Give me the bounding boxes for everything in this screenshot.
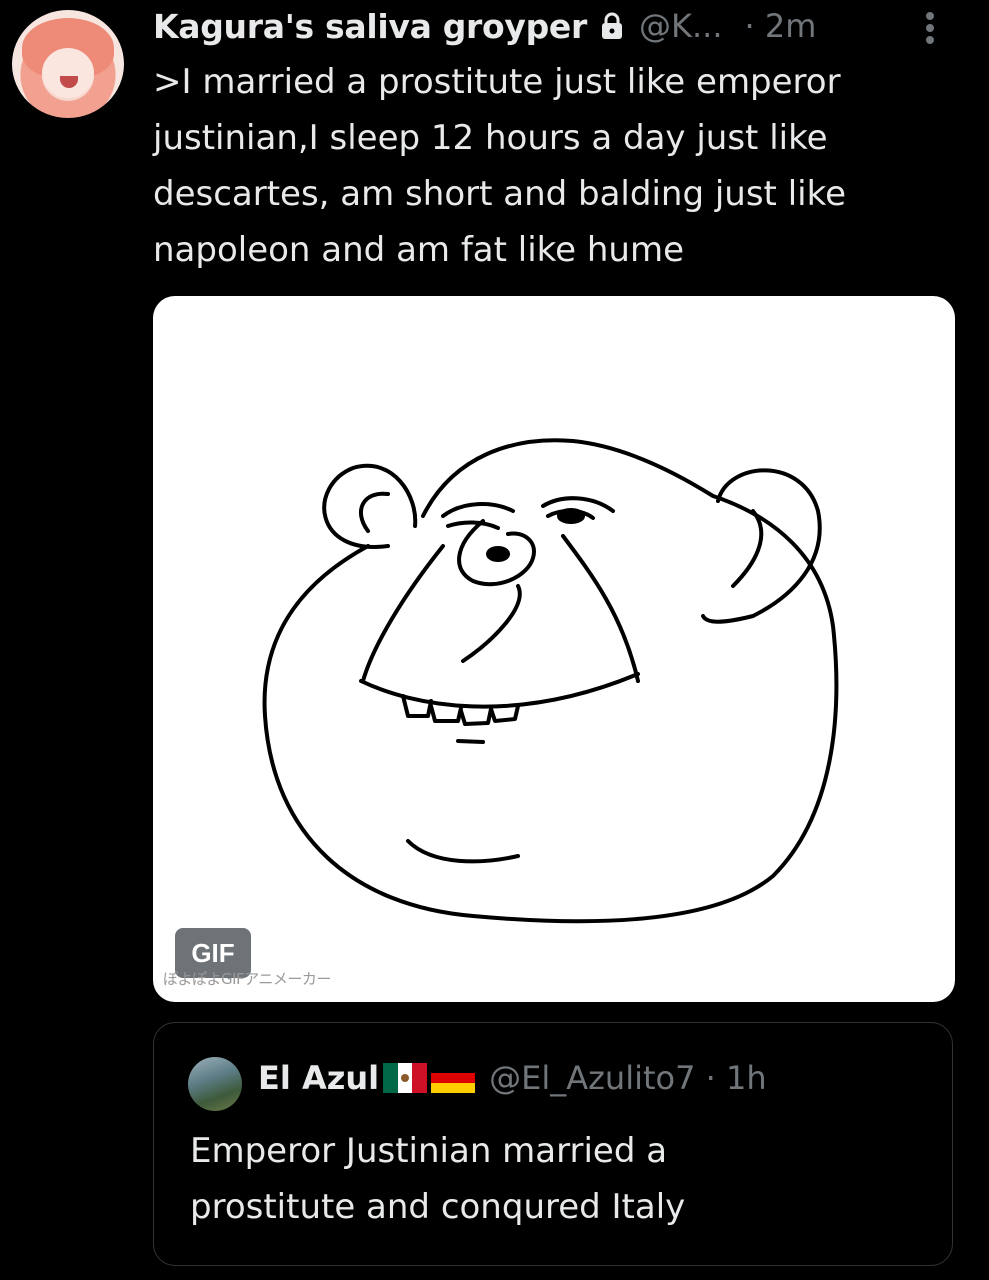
quote-text: Emperor Justinian married a prostitute a…: [190, 1131, 686, 1227]
tweet-timestamp[interactable]: · 2m: [745, 7, 817, 45]
quote-header: El Azul @El_Azulito7 · 1h: [258, 1059, 767, 1097]
lock-icon: [599, 11, 625, 41]
quote-author-name[interactable]: El Azul: [258, 1059, 379, 1097]
gif-watermark: ぽよぽよGIFアニメーカー: [163, 970, 331, 988]
author-name[interactable]: Kagura's saliva groyper: [153, 7, 587, 46]
quoted-tweet[interactable]: El Azul @El_Azulito7 · 1h Emperor Justin…: [153, 1022, 953, 1266]
germany-flag-icon: [431, 1063, 476, 1093]
meme-face-drawing: [262, 438, 839, 924]
quote-author-avatar[interactable]: [188, 1057, 242, 1111]
tweet-text: >I married a prostitute just like empero…: [153, 62, 846, 270]
author-handle[interactable]: @K...: [639, 7, 723, 45]
mexico-flag-icon: [383, 1063, 428, 1093]
more-options-icon[interactable]: [920, 10, 940, 46]
tweet-media-gif[interactable]: GIF ぽよぽよGIFアニメーカー: [153, 296, 955, 1002]
tweet-header: Kagura's saliva groyper @K... · 2m: [153, 2, 953, 50]
avatar-face: [42, 48, 94, 98]
author-avatar[interactable]: [12, 10, 124, 118]
quote-handle-time[interactable]: @El_Azulito7 · 1h: [489, 1059, 767, 1097]
